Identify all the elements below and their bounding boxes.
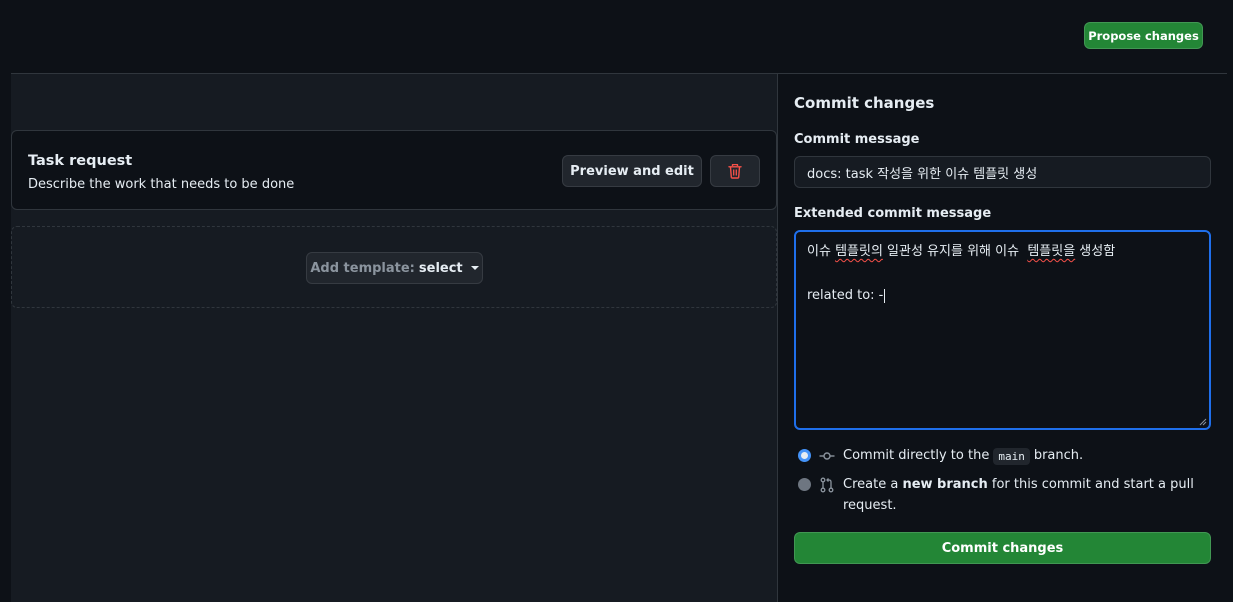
- new-branch-radio[interactable]: [798, 478, 811, 491]
- misspelled-word: 템플릿을: [1027, 244, 1076, 259]
- top-bar: Propose changes: [0, 0, 1233, 73]
- commit-panel-title: Commit changes: [794, 94, 935, 112]
- add-template-zone: Add template: select: [11, 226, 777, 308]
- extended-message-line-1: 이슈 템플릿의 일관성 유지를 위해 이슈 템플릿을 생성함: [807, 244, 1116, 259]
- commit-message-input[interactable]: docs: task 작성을 위한 이슈 템플릿 생성: [794, 156, 1211, 188]
- extended-message-line-2: related to: -: [807, 288, 886, 303]
- commit-direct-radio[interactable]: [798, 449, 811, 462]
- add-template-select-label: select: [418, 260, 463, 276]
- template-title: Task request: [28, 153, 133, 169]
- commit-changes-button[interactable]: Commit changes: [794, 532, 1211, 564]
- git-pull-request-icon: [820, 477, 834, 493]
- commit-panel: Commit changes Commit message docs: task…: [778, 74, 1233, 602]
- add-template-select[interactable]: Add template: select: [306, 252, 483, 284]
- template-list-pane: Task request Describe the work that need…: [11, 74, 777, 602]
- extended-message-textarea[interactable]: 이슈 템플릿의 일관성 유지를 위해 이슈 템플릿을 생성함 related t…: [794, 230, 1211, 430]
- text-cursor: [884, 288, 886, 303]
- misspelled-word: 템플릿의: [835, 244, 883, 259]
- extended-message-label: Extended commit message: [794, 206, 992, 221]
- commit-direct-text-pre: Commit directly to the: [843, 448, 990, 463]
- commit-direct-option[interactable]: Commit directly to the main branch.: [794, 448, 1083, 465]
- commit-direct-text-post: branch.: [1033, 448, 1084, 463]
- propose-changes-button[interactable]: Propose changes: [1084, 22, 1203, 49]
- delete-template-button[interactable]: [710, 155, 760, 187]
- new-branch-text: Create a new branch for this commit and …: [843, 477, 1194, 513]
- git-commit-icon: [819, 452, 835, 460]
- add-template-prefix: Add template:: [310, 260, 415, 276]
- commit-message-label: Commit message: [794, 132, 920, 147]
- preview-and-edit-button[interactable]: Preview and edit: [562, 155, 702, 187]
- commit-message-value: docs: task 작성을 위한 이슈 템플릿 생성: [807, 166, 1038, 182]
- trash-icon: [728, 163, 742, 179]
- template-card: Task request Describe the work that need…: [11, 130, 777, 210]
- caret-down-icon: [470, 266, 479, 270]
- template-list-header: [11, 74, 777, 130]
- new-branch-option[interactable]: Create a new branch for this commit and …: [794, 477, 1194, 516]
- branch-name: main: [993, 448, 1030, 465]
- resize-grip-icon[interactable]: [1199, 418, 1207, 426]
- template-description: Describe the work that needs to be done: [28, 177, 295, 192]
